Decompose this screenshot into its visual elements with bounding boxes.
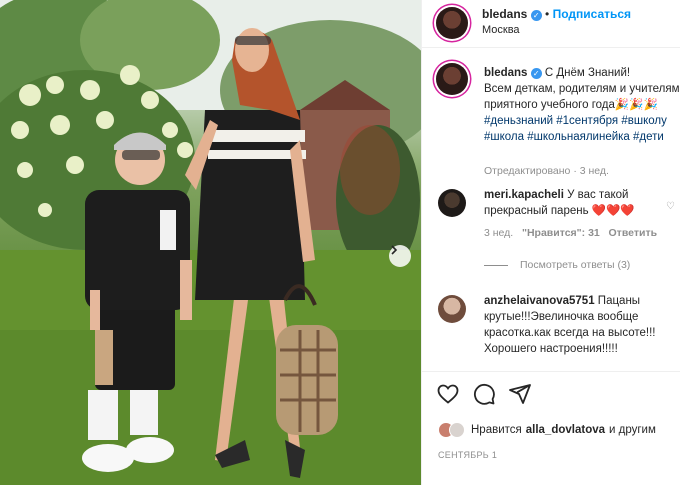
caption-time[interactable]: 3 нед.	[580, 165, 609, 177]
separator-dot: •	[545, 7, 550, 21]
comment-time[interactable]: 3 нед.	[484, 227, 513, 239]
caption-emoji: 🎉🎉🎉	[614, 99, 658, 111]
verified-badge-icon: ✓	[530, 68, 542, 79]
paper-plane-icon[interactable]	[508, 382, 532, 406]
hashtag[interactable]: #школа	[484, 131, 524, 143]
post-location[interactable]: Москва	[482, 24, 520, 36]
hashtag[interactable]: #1сентября	[556, 115, 618, 127]
author-avatar[interactable]	[436, 7, 468, 39]
hashtag[interactable]: #школьнаялинейка	[527, 131, 630, 143]
heart-icon[interactable]	[436, 382, 460, 406]
caption-meta: Отредактировано · 3 нед.	[484, 165, 609, 177]
liker-username[interactable]: alla_dovlatova	[526, 424, 605, 436]
comment-text: anzhelaivanova5751 Пацаны крутые!!!Эвели…	[484, 293, 669, 357]
view-replies-button[interactable]: Посмотреть ответы (3)	[484, 259, 630, 271]
post-photo[interactable]	[0, 0, 421, 485]
caption-text: bledans ✓ С Днём Знаний! Всем деткам, ро…	[484, 65, 680, 145]
liker-avatar	[449, 422, 465, 438]
comment-meta: 3 нед. "Нравится": 31 Ответить	[484, 227, 657, 239]
author-username[interactable]: bledans	[482, 7, 527, 21]
hashtag[interactable]: #вшколу	[621, 115, 667, 127]
replies-divider	[484, 264, 508, 266]
caption-avatar[interactable]	[436, 63, 468, 95]
photo-illustration	[0, 0, 421, 485]
post-header: bledans ✓ • Подписаться Москва	[422, 0, 680, 48]
post-actions: Нравится alla_dovlatova и другим СЕНТЯБР…	[422, 371, 680, 485]
likes-suffix: и другим	[609, 424, 656, 436]
comment-text: meri.kapacheli У вас такой прекрасный па…	[484, 187, 664, 219]
comment-icon[interactable]	[472, 382, 496, 406]
comment-like-icon[interactable]: ♡	[666, 201, 675, 212]
commenter-username[interactable]: meri.kapacheli	[484, 189, 564, 201]
comment-likes[interactable]: "Нравится": 31	[522, 227, 600, 239]
comments-section[interactable]: bledans ✓ С Днём Знаний! Всем деткам, ро…	[422, 49, 680, 371]
likes-prefix: Нравится	[471, 424, 522, 436]
follow-button[interactable]: Подписаться	[553, 7, 631, 21]
hashtag[interactable]: #дети	[633, 131, 664, 143]
post-date[interactable]: СЕНТЯБРЬ 1	[438, 450, 497, 460]
post-side-panel: bledans ✓ • Подписаться Москва bledans ✓…	[421, 0, 680, 485]
verified-badge-icon: ✓	[530, 10, 542, 21]
likes-summary[interactable]: Нравится alla_dovlatova и другим	[438, 422, 656, 438]
edited-label: Отредактировано	[484, 165, 571, 177]
header-author-line: bledans ✓ • Подписаться	[482, 7, 631, 21]
next-photo-button[interactable]	[389, 245, 411, 267]
commenter-avatar[interactable]	[438, 189, 466, 217]
caption-username[interactable]: bledans	[484, 67, 527, 79]
caption-line1: С Днём Знаний!	[544, 67, 631, 79]
chevron-right-icon	[391, 245, 398, 255]
comment-emoji: ❤️❤️❤️	[591, 205, 635, 217]
hashtag[interactable]: #деньзнаний	[484, 115, 553, 127]
reply-button[interactable]: Ответить	[609, 227, 658, 239]
commenter-avatar[interactable]	[438, 295, 466, 323]
commenter-username[interactable]: anzhelaivanova5751	[484, 295, 595, 307]
view-replies-label: Посмотреть ответы (3)	[520, 259, 631, 271]
